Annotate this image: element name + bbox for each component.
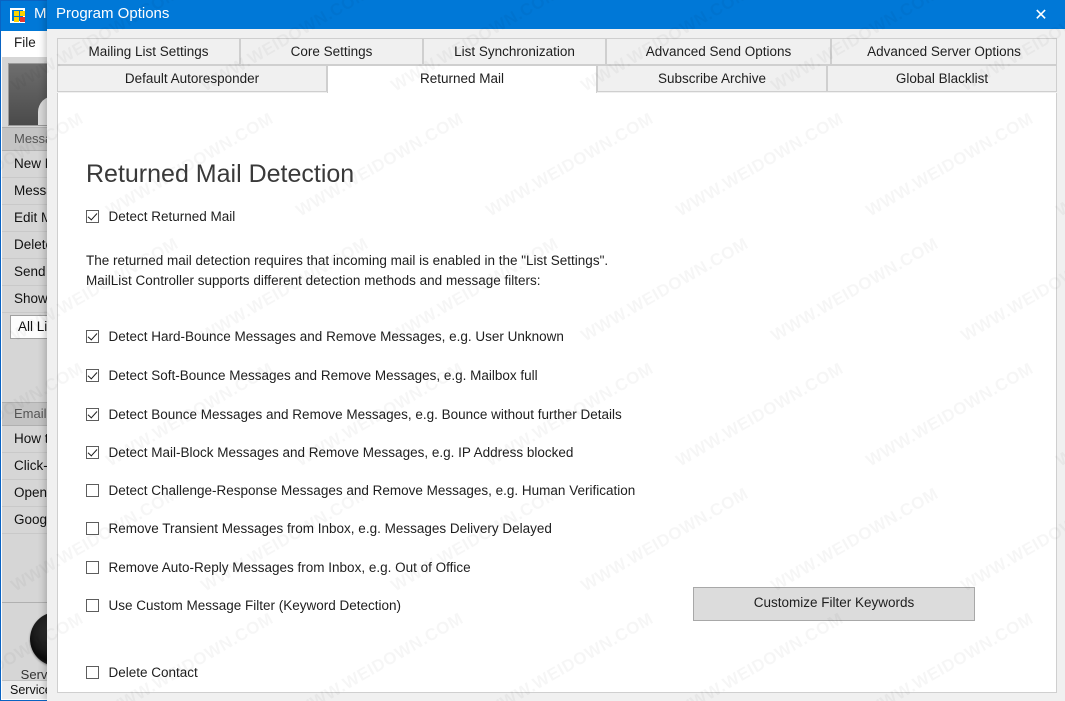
checkbox-detect-mail-block[interactable]: Detect Mail-Block Messages and Remove Me… xyxy=(86,445,573,465)
checkbox-detect-hard-bounce[interactable]: Detect Hard-Bounce Messages and Remove M… xyxy=(86,329,564,349)
customize-filter-keywords-button[interactable]: Customize Filter Keywords xyxy=(693,587,975,621)
tab-global-blacklist[interactable]: Global Blacklist xyxy=(827,65,1057,92)
dialog-close-button[interactable]: ✕ xyxy=(1018,0,1064,29)
tab-subscribe-archive[interactable]: Subscribe Archive xyxy=(597,65,827,92)
checkbox-box[interactable] xyxy=(86,561,99,574)
checkbox-box[interactable] xyxy=(86,369,99,382)
tab-mailing-list-settings[interactable]: Mailing List Settings xyxy=(57,38,240,65)
intro-description: The returned mail detection requires tha… xyxy=(86,253,609,288)
checkbox-label: Detect Returned Mail xyxy=(108,209,236,224)
checkbox-label: Remove Auto-Reply Messages from Inbox, e… xyxy=(108,560,471,575)
tab-advanced-send-options[interactable]: Advanced Send Options xyxy=(606,38,831,65)
maillist-app-icon xyxy=(10,8,27,25)
checkbox-box[interactable] xyxy=(86,210,99,223)
checkbox-label: Detect Hard-Bounce Messages and Remove M… xyxy=(108,329,564,344)
checkbox-detect-soft-bounce[interactable]: Detect Soft-Bounce Messages and Remove M… xyxy=(86,368,538,388)
returned-mail-tab-page: Returned Mail Detection Detect Returned … xyxy=(57,93,1057,693)
checkbox-box[interactable] xyxy=(86,408,99,421)
menu-item-file[interactable]: File xyxy=(14,35,36,50)
checkbox-label: Use Custom Message Filter (Keyword Detec… xyxy=(108,598,402,613)
checkbox-remove-auto-reply[interactable]: Remove Auto-Reply Messages from Inbox, e… xyxy=(86,560,471,580)
checkbox-box[interactable] xyxy=(86,522,99,535)
checkbox-label: Detect Challenge-Response Messages and R… xyxy=(108,483,636,498)
checkbox-box[interactable] xyxy=(86,666,99,679)
program-options-dialog: Program Options ✕ Mailing List Settings … xyxy=(47,0,1065,701)
checkbox-box[interactable] xyxy=(86,599,99,612)
checkbox-label: Detect Mail-Block Messages and Remove Me… xyxy=(108,445,574,460)
tab-returned-mail[interactable]: Returned Mail xyxy=(327,65,597,94)
checkbox-box[interactable] xyxy=(86,484,99,497)
options-tabstrip: Mailing List Settings Core Settings List… xyxy=(57,38,1057,94)
checkbox-label: Detect Soft-Bounce Messages and Remove M… xyxy=(108,368,538,383)
checkbox-detect-returned-mail[interactable]: Detect Returned Mail xyxy=(86,209,235,229)
dialog-body: Mailing List Settings Core Settings List… xyxy=(47,29,1065,701)
checkbox-label: Remove Transient Messages from Inbox, e.… xyxy=(108,521,552,536)
tab-advanced-server-options[interactable]: Advanced Server Options xyxy=(831,38,1057,65)
checkbox-label: Delete Contact xyxy=(108,665,198,680)
dialog-titlebar: Program Options ✕ xyxy=(47,0,1065,29)
checkbox-use-custom-message-filter[interactable]: Use Custom Message Filter (Keyword Detec… xyxy=(86,598,401,618)
checkbox-remove-transient[interactable]: Remove Transient Messages from Inbox, e.… xyxy=(86,521,552,541)
dialog-title: Program Options xyxy=(56,5,170,22)
page-title: Returned Mail Detection xyxy=(86,159,355,188)
checkbox-label: Detect Bounce Messages and Remove Messag… xyxy=(108,407,622,422)
tab-core-settings[interactable]: Core Settings xyxy=(240,38,423,65)
checkbox-box[interactable] xyxy=(86,446,99,459)
checkbox-box[interactable] xyxy=(86,330,99,343)
tab-list-synchronization[interactable]: List Synchronization xyxy=(423,38,606,65)
checkbox-delete-contact[interactable]: Delete Contact xyxy=(86,665,198,685)
screen-root: MailList Controller ✕ File M Messages Ne… xyxy=(0,0,1065,701)
checkbox-detect-bounce[interactable]: Detect Bounce Messages and Remove Messag… xyxy=(86,407,622,427)
checkbox-detect-challenge-response[interactable]: Detect Challenge-Response Messages and R… xyxy=(86,483,635,503)
tab-default-autoresponder[interactable]: Default Autoresponder xyxy=(57,65,327,92)
